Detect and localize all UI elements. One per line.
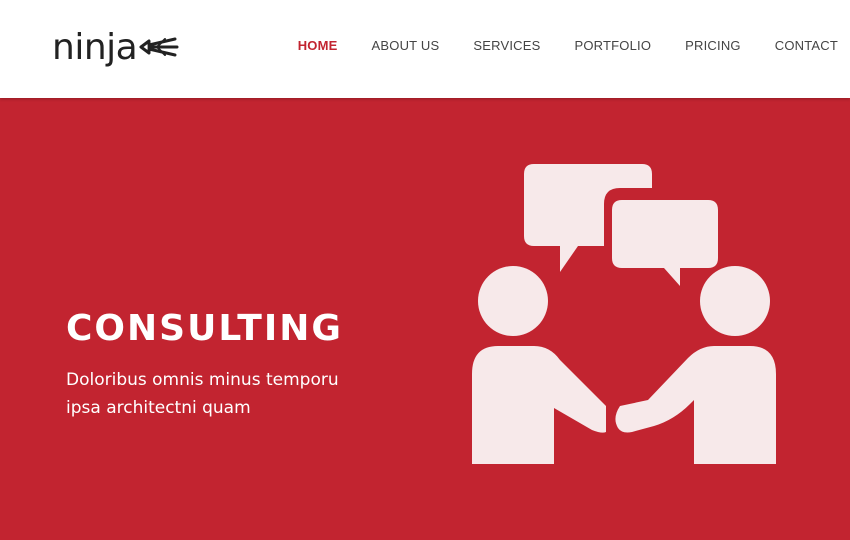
nav-about-us[interactable]: ABOUT US [372,38,440,53]
logo[interactable]: ninja [52,26,179,70]
nav-contact[interactable]: CONTACT [775,38,838,53]
logo-text: ninja [52,27,138,68]
nav-services[interactable]: SERVICES [473,38,540,53]
main-nav: HOME ABOUT US SERVICES PORTFOLIO PRICING… [264,38,838,53]
nav-portfolio[interactable]: PORTFOLIO [574,38,651,53]
arrow-icon [139,33,179,66]
hero-description-line-2: ipsa architectni quam [66,398,251,418]
nav-pricing[interactable]: PRICING [685,38,741,53]
site-header: ninja HOME ABOUT US SERVICES PORTFOLIO P… [0,0,850,98]
hero-description: Doloribus omnis minus temporu ipsa archi… [66,366,346,422]
nav-home[interactable]: HOME [298,38,338,53]
handshake-consulting-icon [468,160,780,477]
hero-title: CONSULTING [66,308,343,349]
hero-description-line-1: Doloribus omnis minus temporu [66,370,339,390]
